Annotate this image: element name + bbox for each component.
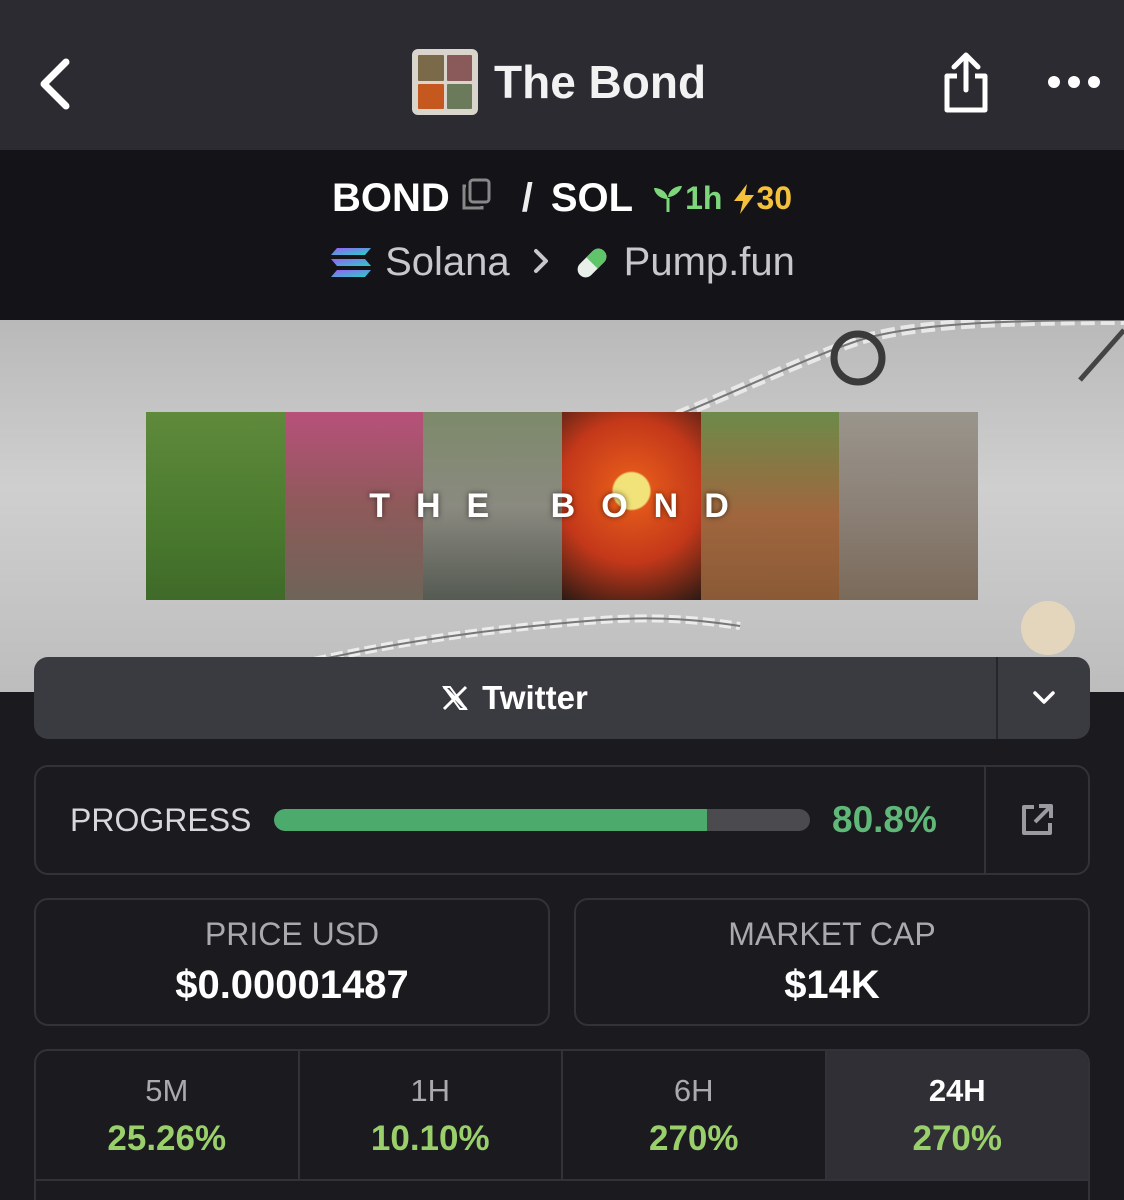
links-dropdown-button[interactable] xyxy=(996,657,1090,739)
lightning-icon xyxy=(734,183,755,214)
chain-breadcrumb: Solana Pump.fun xyxy=(0,240,1124,285)
seedling-icon xyxy=(654,185,683,212)
market-cap-card: MARKET CAP $14K xyxy=(574,898,1090,1026)
token-banner: THE BOND xyxy=(0,320,1124,692)
change-tab-24h[interactable]: 24H 270% xyxy=(826,1051,1088,1181)
change-value: 25.26% xyxy=(107,1119,227,1158)
pair-age: 1h xyxy=(651,180,722,217)
chain-name[interactable]: Solana xyxy=(385,240,510,285)
change-tab-1h[interactable]: 1H 10.10% xyxy=(299,1051,563,1181)
progress-label: PROGRESS xyxy=(70,801,252,838)
banner-title: THE BOND xyxy=(369,486,755,525)
boost-count: 30 xyxy=(732,180,792,217)
external-link-icon xyxy=(1022,804,1053,835)
change-value: 270% xyxy=(912,1119,1003,1158)
twitter-label: Twitter xyxy=(482,679,588,716)
back-button[interactable] xyxy=(36,56,76,112)
change-value: 270% xyxy=(648,1119,739,1158)
change-tab-5m[interactable]: 5M 25.26% xyxy=(36,1051,300,1181)
more-options-button[interactable] xyxy=(1046,64,1102,100)
social-links-bar: Twitter xyxy=(34,657,1090,739)
progress-bar-fill xyxy=(274,809,708,831)
market-cap-value: $14K xyxy=(784,963,880,1007)
pair-header: BOND / SOL 1h 30 Solana Pump.fun xyxy=(0,150,1124,320)
page-title: The Bond xyxy=(494,56,707,108)
solana-icon xyxy=(329,246,373,280)
change-label: 6H xyxy=(673,1073,714,1108)
quote-symbol: SOL xyxy=(550,176,634,220)
breadcrumb-chevron-icon xyxy=(532,240,550,285)
token-avatar xyxy=(412,49,478,115)
change-label: 5M xyxy=(145,1073,189,1108)
top-nav-bar: The Bond xyxy=(0,0,1124,150)
progress-value: 80.8% xyxy=(832,799,937,840)
change-label: 24H xyxy=(928,1073,986,1108)
token-title: The Bond xyxy=(412,48,706,116)
change-tab-6h[interactable]: 6H 270% xyxy=(563,1051,827,1181)
back-chevron-icon xyxy=(40,58,70,110)
price-usd-value: $0.00001487 xyxy=(175,963,409,1007)
share-icon xyxy=(944,52,988,113)
market-cap-label: MARKET CAP xyxy=(728,916,936,952)
price-usd-label: PRICE USD xyxy=(204,916,380,952)
change-label: 1H xyxy=(410,1073,451,1108)
dex-name[interactable]: Pump.fun xyxy=(624,240,795,285)
chevron-down-icon xyxy=(1033,691,1055,704)
price-change-tabs: 5M 25.26% 1H 10.10% 6H 270% 24H 270% xyxy=(34,1049,1090,1200)
pill-icon xyxy=(572,243,612,283)
copy-icon[interactable] xyxy=(460,176,492,221)
twitter-button[interactable]: Twitter xyxy=(34,657,996,739)
bonding-progress: PROGRESS 80.8% xyxy=(34,765,1090,875)
more-icon xyxy=(1048,76,1100,88)
progress-main: PROGRESS 80.8% xyxy=(36,767,984,873)
progress-external-link-button[interactable] xyxy=(984,767,1088,873)
share-button[interactable] xyxy=(940,50,992,116)
base-symbol: BOND xyxy=(331,176,450,220)
progress-bar xyxy=(274,809,810,831)
pair-row: BOND / SOL 1h 30 xyxy=(0,176,1124,221)
change-value: 10.10% xyxy=(370,1119,490,1158)
price-usd-card: PRICE USD $0.00001487 xyxy=(34,898,550,1026)
x-logo-icon xyxy=(442,685,469,711)
pair-separator: / xyxy=(521,176,533,220)
